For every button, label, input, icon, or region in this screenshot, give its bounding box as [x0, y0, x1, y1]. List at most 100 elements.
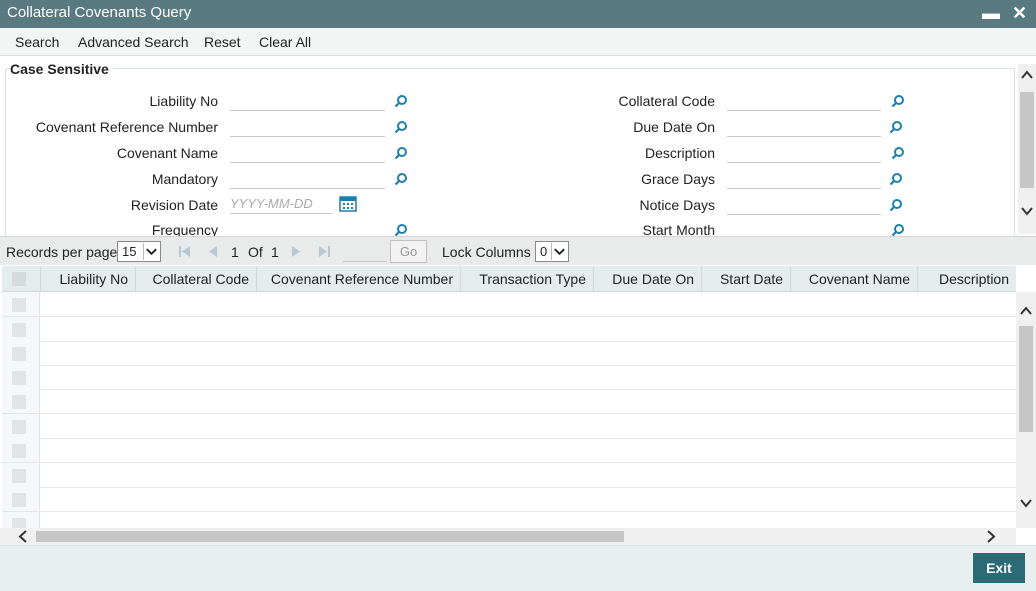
table-row[interactable]	[2, 414, 1016, 439]
due-date-on-label: Due Date On	[633, 119, 715, 135]
pagination-bar: Records per page 15 1 Of 1 Go Lock Colum…	[0, 236, 1036, 265]
scroll-up-icon[interactable]	[1021, 70, 1033, 80]
start-month-label: Start Month	[642, 222, 715, 236]
table-row[interactable]	[2, 365, 1016, 390]
description-input[interactable]	[727, 143, 881, 163]
row-selector[interactable]	[2, 487, 40, 511]
last-page-icon[interactable]	[318, 245, 331, 258]
column-due-date-on[interactable]: Due Date On	[594, 266, 702, 292]
calendar-icon[interactable]	[339, 196, 357, 212]
table-row[interactable]	[2, 438, 1016, 463]
grid-horizontal-scrollbar[interactable]	[0, 528, 1016, 545]
footer-bar: Exit	[0, 545, 1036, 591]
menu-bar: Search Advanced Search Reset Clear All	[0, 28, 1036, 56]
column-collateral-code[interactable]: Collateral Code	[136, 266, 257, 292]
scroll-right-icon[interactable]	[986, 530, 996, 543]
results-grid: Liability No Collateral Code Covenant Re…	[2, 266, 1016, 528]
collateral-code-label: Collateral Code	[618, 93, 716, 109]
clear-all-menu-item[interactable]: Clear All	[259, 34, 311, 50]
page-number-input[interactable]	[343, 242, 387, 262]
row-selector[interactable]	[2, 438, 40, 462]
scroll-up-icon[interactable]	[1020, 306, 1032, 316]
row-selector[interactable]	[2, 341, 40, 365]
liability-no-input[interactable]	[230, 91, 385, 111]
next-page-icon[interactable]	[290, 245, 303, 258]
row-selector[interactable]	[2, 414, 40, 438]
notice-days-input[interactable]	[727, 195, 881, 215]
advanced-search-menu-item[interactable]: Advanced Search	[78, 34, 189, 50]
column-transaction-type[interactable]: Transaction Type	[461, 266, 594, 292]
of-label: Of	[248, 244, 263, 260]
criteria-scrollbar[interactable]	[1018, 64, 1036, 234]
title-bar: Collateral Covenants Query ▬ ✕	[0, 0, 1036, 28]
frequency-search-icon[interactable]	[394, 223, 408, 236]
table-row[interactable]	[2, 389, 1016, 414]
search-criteria-panel: Case Sensitive Liability No Covenant Ref…	[0, 56, 1036, 236]
table-row[interactable]	[2, 341, 1016, 366]
column-covenant-reference-number[interactable]: Covenant Reference Number	[257, 266, 461, 292]
total-pages: 1	[271, 244, 279, 260]
notice-days-label: Notice Days	[639, 197, 715, 213]
frequency-label: Frequency	[151, 222, 218, 236]
mandatory-input[interactable]	[230, 169, 385, 189]
grid-horizontal-scrollbar-thumb[interactable]	[36, 531, 624, 542]
minimize-button[interactable]: ▬	[982, 3, 1000, 23]
collateral-code-search-icon[interactable]	[891, 94, 905, 108]
table-row[interactable]	[2, 512, 1016, 528]
grid-vertical-scrollbar-thumb[interactable]	[1019, 326, 1033, 432]
lock-columns-select[interactable]: 0	[535, 241, 569, 262]
liability-no-search-icon[interactable]	[394, 94, 408, 108]
column-liability-no[interactable]: Liability No	[41, 266, 136, 292]
scroll-left-icon[interactable]	[18, 530, 28, 543]
row-selector[interactable]	[2, 389, 40, 413]
description-label: Description	[644, 145, 715, 161]
covenant-name-search-icon[interactable]	[394, 146, 408, 160]
revision-date-input[interactable]	[230, 194, 332, 214]
lock-columns-value: 0	[540, 244, 548, 259]
notice-days-search-icon[interactable]	[889, 198, 903, 212]
reset-menu-item[interactable]: Reset	[204, 34, 241, 50]
records-per-page-label: Records per page	[6, 244, 118, 260]
row-selector[interactable]	[2, 292, 40, 316]
first-page-icon[interactable]	[178, 245, 191, 258]
start-month-search-icon[interactable]	[891, 223, 905, 236]
due-date-on-search-icon[interactable]	[889, 120, 903, 134]
scroll-down-icon[interactable]	[1020, 498, 1032, 508]
column-start-date[interactable]: Start Date	[702, 266, 791, 292]
table-row[interactable]	[2, 292, 1016, 317]
select-all-checkbox[interactable]	[12, 272, 26, 286]
table-row[interactable]	[2, 487, 1016, 512]
search-menu-item[interactable]: Search	[15, 34, 59, 50]
records-per-page-select[interactable]: 15	[117, 241, 161, 262]
row-selector[interactable]	[2, 512, 40, 528]
row-selector[interactable]	[2, 463, 40, 487]
column-description[interactable]: Description	[918, 266, 1016, 292]
grid-vertical-scrollbar[interactable]	[1016, 292, 1036, 528]
select-all-column[interactable]	[2, 266, 41, 292]
due-date-on-input[interactable]	[727, 117, 881, 137]
exit-button[interactable]: Exit	[973, 553, 1025, 583]
row-selector[interactable]	[2, 365, 40, 389]
chevron-down-icon	[551, 243, 567, 260]
column-covenant-name[interactable]: Covenant Name	[791, 266, 918, 292]
liability-no-label: Liability No	[149, 93, 218, 109]
go-button[interactable]: Go	[390, 240, 427, 263]
collateral-code-input[interactable]	[727, 91, 881, 111]
criteria-scrollbar-thumb[interactable]	[1020, 92, 1034, 188]
covenant-reference-number-search-icon[interactable]	[394, 120, 408, 134]
row-selector[interactable]	[2, 317, 40, 341]
previous-page-icon[interactable]	[206, 245, 219, 258]
covenant-reference-number-input[interactable]	[230, 117, 385, 137]
scroll-down-icon[interactable]	[1021, 206, 1033, 216]
lock-columns-label: Lock Columns	[442, 244, 531, 260]
grace-days-search-icon[interactable]	[889, 172, 903, 186]
covenant-name-input[interactable]	[230, 143, 385, 163]
description-search-icon[interactable]	[891, 146, 905, 160]
close-button[interactable]: ✕	[1012, 3, 1027, 23]
table-row[interactable]	[2, 463, 1016, 488]
grace-days-input[interactable]	[727, 169, 881, 189]
mandatory-label: Mandatory	[151, 171, 218, 187]
covenant-name-label: Covenant Name	[116, 145, 218, 161]
table-row[interactable]	[2, 317, 1016, 342]
mandatory-search-icon[interactable]	[394, 172, 408, 186]
